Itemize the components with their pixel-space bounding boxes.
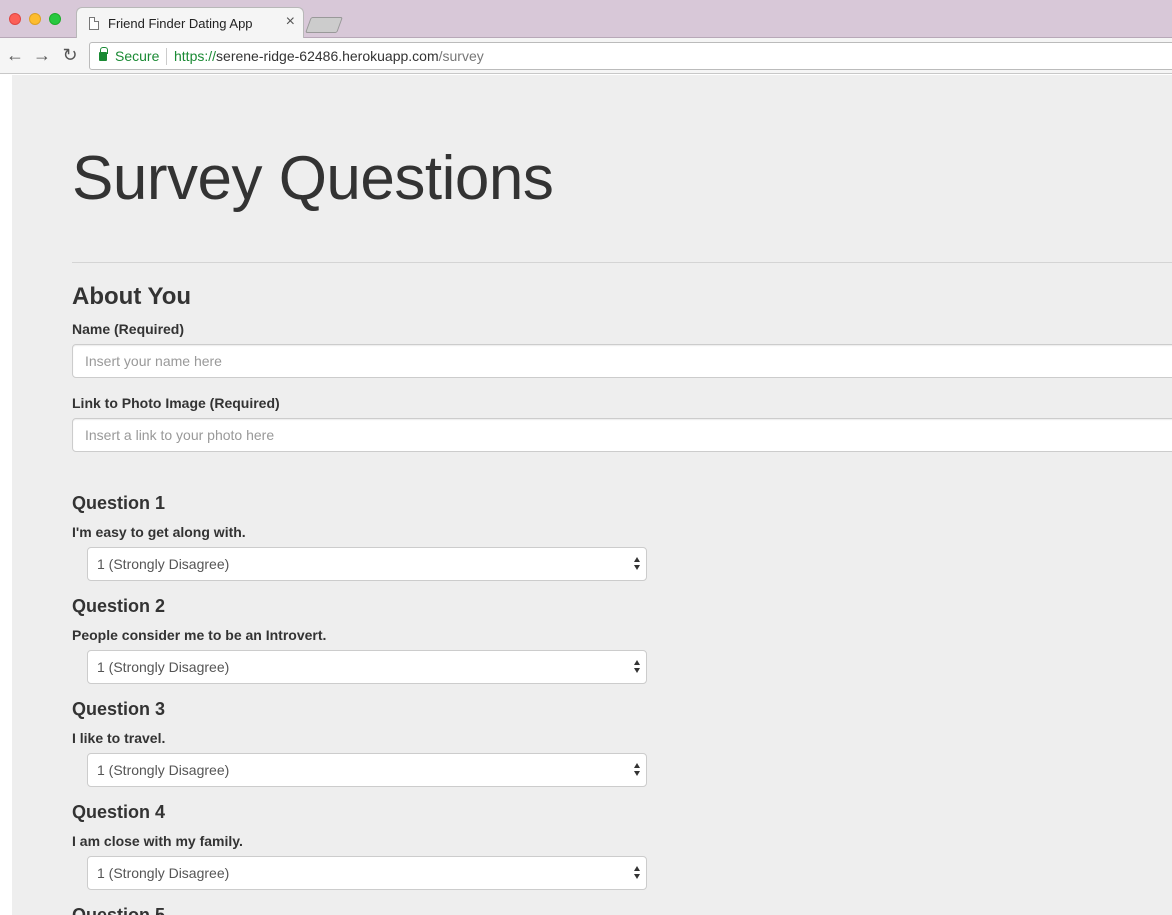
- question-2-text: People consider me to be an Introvert.: [72, 627, 327, 643]
- back-arrow-icon[interactable]: ←: [5, 45, 25, 65]
- zoom-window-button[interactable]: [49, 13, 61, 25]
- question-1-selected-value: 1 (Strongly Disagree): [97, 556, 230, 572]
- page-viewport: Survey Questions About You Name (Require…: [0, 75, 1172, 915]
- select-arrows-icon: [634, 866, 642, 880]
- divider: [72, 262, 1172, 263]
- page-container: Survey Questions About You Name (Require…: [12, 75, 1172, 915]
- page-title: Survey Questions: [72, 144, 554, 213]
- tab-strip: Friend Finder Dating App ×: [0, 0, 1172, 39]
- question-1-title: Question 1: [72, 493, 166, 513]
- select-arrows-icon: [634, 660, 642, 674]
- name-input[interactable]: [72, 344, 1172, 378]
- question-1-select[interactable]: 1 (Strongly Disagree): [87, 547, 647, 581]
- url-text: https://serene-ridge-62486.herokuapp.com…: [174, 48, 484, 64]
- page-icon: [89, 17, 99, 30]
- question-1-text: I'm easy to get along with.: [72, 524, 246, 540]
- reload-icon[interactable]: ↻: [60, 45, 80, 65]
- url-host: serene-ridge-62486.herokuapp.com: [216, 48, 439, 64]
- question-3-title: Question 3: [72, 699, 166, 719]
- minimize-window-button[interactable]: [29, 13, 41, 25]
- question-3-select[interactable]: 1 (Strongly Disagree): [87, 753, 647, 787]
- question-4-select[interactable]: 1 (Strongly Disagree): [87, 856, 647, 890]
- new-tab-button[interactable]: [305, 17, 343, 33]
- select-arrows-icon: [634, 557, 642, 571]
- question-3-selected-value: 1 (Strongly Disagree): [97, 762, 230, 778]
- secure-label: Secure: [115, 48, 160, 64]
- question-2-title: Question 2: [72, 596, 166, 616]
- name-label: Name (Required): [72, 321, 185, 337]
- question-4-selected-value: 1 (Strongly Disagree): [97, 865, 230, 881]
- question-4-text: I am close with my family.: [72, 833, 243, 849]
- question-2-select[interactable]: 1 (Strongly Disagree): [87, 650, 647, 684]
- close-window-button[interactable]: [9, 13, 21, 25]
- tab-close-icon[interactable]: ×: [286, 14, 295, 30]
- browser-toolbar: ← → ↻ Secure https://serene-ridge-62486.…: [0, 38, 1172, 74]
- about-you-heading: About You: [72, 283, 192, 310]
- question-5-title: Question 5: [72, 905, 166, 915]
- question-2-selected-value: 1 (Strongly Disagree): [97, 659, 230, 675]
- question-4-title: Question 4: [72, 802, 166, 822]
- url-separator: [166, 48, 167, 65]
- url-path: /survey: [438, 48, 484, 64]
- photo-link-input[interactable]: [72, 418, 1172, 452]
- select-arrows-icon: [634, 763, 642, 777]
- question-3-text: I like to travel.: [72, 730, 166, 746]
- tab-title: Friend Finder Dating App: [108, 16, 253, 31]
- forward-arrow-icon[interactable]: →: [32, 45, 52, 65]
- photo-label: Link to Photo Image (Required): [72, 395, 280, 411]
- url-scheme: https://: [174, 48, 217, 64]
- browser-tab[interactable]: Friend Finder Dating App ×: [76, 7, 304, 39]
- lock-icon: [99, 47, 108, 61]
- address-bar[interactable]: Secure https://serene-ridge-62486.heroku…: [89, 42, 1172, 70]
